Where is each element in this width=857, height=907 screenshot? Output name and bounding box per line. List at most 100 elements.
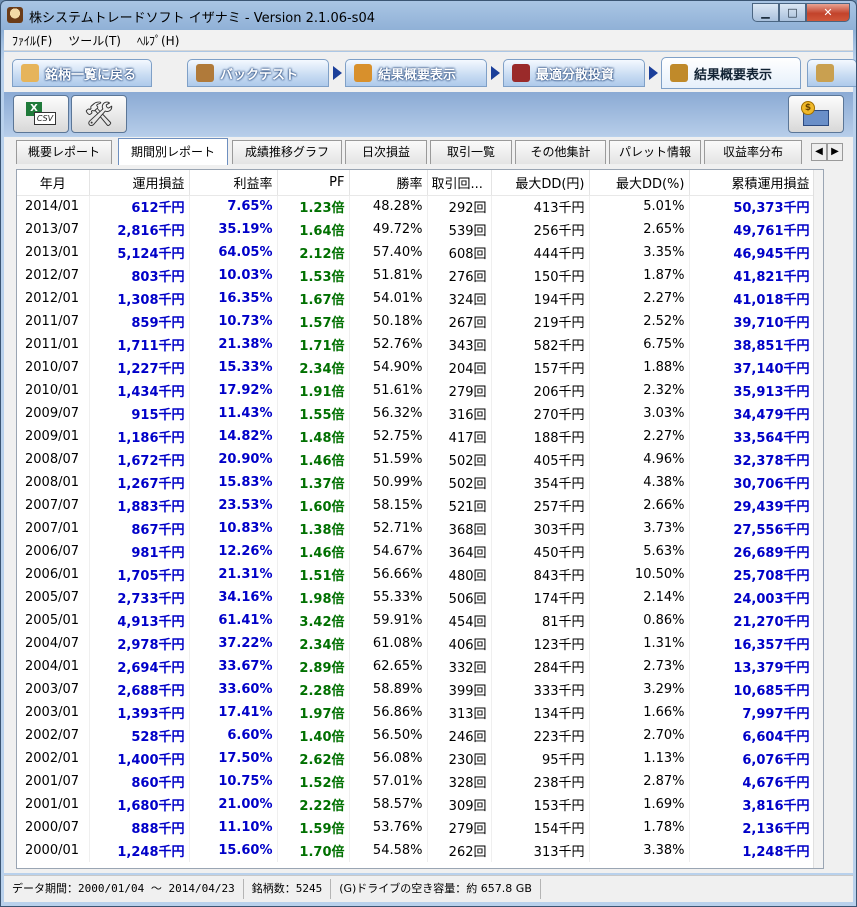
cell-win-rate: 57.01%	[349, 770, 428, 793]
app-logo-icon	[7, 7, 23, 23]
table-row[interactable]: 2013/01 5,124千円 64.05% 2.12倍 57.40% 608回 444千円…	[17, 241, 815, 264]
cell-max-dd-pct: 1.88%	[589, 356, 690, 379]
cell-trades: 480回	[427, 563, 492, 586]
tab-optimal-diversification[interactable]: 最適分散投資	[503, 59, 645, 87]
cell-profit-rate: 33.60%	[189, 678, 278, 701]
table-row[interactable]: 2014/01 612千円 7.65% 1.23倍 48.28% 292回 413千円 5.0…	[17, 195, 815, 218]
col-header-pf[interactable]: PF	[277, 170, 350, 196]
table-row[interactable]: 2009/01 1,186千円 14.82% 1.48倍 52.75% 417回 188千円…	[17, 425, 815, 448]
table-row[interactable]: 2009/07 915千円 11.43% 1.55倍 56.32% 316回 270千円 3.…	[17, 402, 815, 425]
cell-pf: 1.59倍	[277, 816, 350, 839]
col-header-pnl[interactable]: 運用損益	[89, 170, 190, 196]
col-header-profit-rate[interactable]: 利益率	[189, 170, 278, 196]
tab-report-partial[interactable]	[807, 59, 856, 87]
menu-file[interactable]: ﾌｧｲﾙ(F)	[4, 32, 60, 49]
cell-max-dd-yen: 123千円	[491, 632, 590, 655]
table-row[interactable]: 2005/01 4,913千円 61.41% 3.42倍 59.91% 454回 81千円 0…	[17, 609, 815, 632]
maximize-button[interactable]: □	[779, 3, 806, 22]
cell-pf: 1.40倍	[277, 724, 350, 747]
cell-max-dd-yen: 256千円	[491, 218, 590, 241]
table-row[interactable]: 2001/07 860千円 10.75% 1.52倍 57.01% 328回 238千円 2.…	[17, 770, 815, 793]
cell-trades: 502回	[427, 448, 492, 471]
table-row[interactable]: 2006/07 981千円 12.26% 1.46倍 54.67% 364回 450千円 5.…	[17, 540, 815, 563]
minimize-button[interactable]: ▁	[752, 3, 779, 22]
table-row[interactable]: 2008/01 1,267千円 15.83% 1.37倍 50.99% 502回 354千円…	[17, 471, 815, 494]
table-row[interactable]: 2007/07 1,883千円 23.53% 1.60倍 58.15% 521回 257千円…	[17, 494, 815, 517]
money-report-button[interactable]: $	[788, 95, 844, 133]
cell-trades: 343回	[427, 333, 492, 356]
subtab-palette-info[interactable]: パレット情報	[609, 140, 701, 164]
col-header-cumulative-pnl[interactable]: 累積運用損益	[689, 170, 815, 196]
cell-trades: 368回	[427, 517, 492, 540]
table-row[interactable]: 2000/07 888千円 11.10% 1.59倍 53.76% 279回 154千円 1.…	[17, 816, 815, 839]
tab-result-summary[interactable]: 結果概要表示	[345, 59, 487, 87]
status-data-period: データ期間：2000/01/04 〜 2014/04/23	[4, 879, 244, 899]
table-row[interactable]: 2001/01 1,680千円 21.00% 2.22倍 58.57% 309回 153千円…	[17, 793, 815, 816]
table-row[interactable]: 2008/07 1,672千円 20.90% 1.46倍 51.59% 502回 405千円…	[17, 448, 815, 471]
subtab-period-report[interactable]: 期間別レポート	[118, 138, 228, 165]
col-header-win-rate[interactable]: 勝率	[349, 170, 428, 196]
table-row[interactable]: 2000/01 1,248千円 15.60% 1.70倍 54.58% 262回 313千円…	[17, 839, 815, 862]
cell-cumulative-pnl: 4,676千円	[689, 770, 815, 793]
table-row[interactable]: 2002/01 1,400千円 17.50% 2.62倍 56.08% 230回 95千円 1…	[17, 747, 815, 770]
cell-max-dd-pct: 2.52%	[589, 310, 690, 333]
tab-scroll: ◀ ▶	[811, 143, 843, 161]
subtab-overview-report[interactable]: 概要レポート	[16, 140, 112, 164]
table-row[interactable]: 2012/07 803千円 10.03% 1.53倍 51.81% 276回 150千円 1.…	[17, 264, 815, 287]
cell-pf: 1.37倍	[277, 471, 350, 494]
col-header-trades[interactable]: 取引回...	[427, 170, 492, 196]
table-row[interactable]: 2003/01 1,393千円 17.41% 1.97倍 56.86% 313回 134千円…	[17, 701, 815, 724]
scroll-right-icon[interactable]: ▶	[827, 143, 843, 161]
table-row[interactable]: 2010/07 1,227千円 15.33% 2.34倍 54.90% 204回 157千円…	[17, 356, 815, 379]
table-row[interactable]: 2002/07 528千円 6.60% 1.40倍 56.50% 246回 223千円 2.7…	[17, 724, 815, 747]
cell-pnl: 1,883千円	[89, 494, 190, 517]
table-row[interactable]: 2005/07 2,733千円 34.16% 1.98倍 55.33% 506回 174千円…	[17, 586, 815, 609]
cell-profit-rate: 15.33%	[189, 356, 278, 379]
table-row[interactable]: 2004/01 2,694千円 33.67% 2.89倍 62.65% 332回 284千円…	[17, 655, 815, 678]
cell-cumulative-pnl: 6,076千円	[689, 747, 815, 770]
cell-max-dd-yen: 219千円	[491, 310, 590, 333]
tab-label: 結果概要表示	[378, 67, 457, 83]
table-row[interactable]: 2004/07 2,978千円 37.22% 2.34倍 61.08% 406回 123千円…	[17, 632, 815, 655]
title-bar[interactable]: 株システムトレードソフト イザナミ - Version 2.1.06-s04 ▁…	[1, 1, 856, 29]
tab-result-summary-active[interactable]: 結果概要表示	[661, 57, 801, 89]
export-csv-button[interactable]: X CSV	[13, 95, 69, 133]
status-bar: データ期間：2000/01/04 〜 2014/04/23 銘柄数：5245 (…	[4, 875, 853, 902]
table-row[interactable]: 2003/07 2,688千円 33.60% 2.28倍 58.89% 399回 333千円…	[17, 678, 815, 701]
subtab-trade-list[interactable]: 取引一覧	[430, 140, 512, 164]
cell-max-dd-pct: 5.63%	[589, 540, 690, 563]
scroll-left-icon[interactable]: ◀	[811, 143, 827, 161]
table-row[interactable]: 2011/01 1,711千円 21.38% 1.71倍 52.76% 343回 582千円…	[17, 333, 815, 356]
table-row[interactable]: 2010/01 1,434千円 17.92% 1.91倍 51.61% 279回 206千円…	[17, 379, 815, 402]
menu-help[interactable]: ﾍﾙﾌﾟ(H)	[129, 32, 187, 49]
cell-month: 2005/01	[17, 609, 90, 632]
cell-cumulative-pnl: 2,136千円	[689, 816, 815, 839]
data-grid: 年月 運用損益 利益率 PF 勝率 取引回... 最大DD(円) 最大DD(%)…	[17, 170, 815, 862]
close-button[interactable]: ✕	[806, 3, 850, 22]
table-row[interactable]: 2007/01 867千円 10.83% 1.38倍 52.71% 368回 303千円 3.…	[17, 517, 815, 540]
table-row[interactable]: 2006/01 1,705千円 21.31% 1.51倍 56.66% 480回 843千円…	[17, 563, 815, 586]
tab-back-to-stock-list[interactable]: 銘柄一覧に戻る	[12, 59, 152, 87]
tools-button[interactable]: 🛠	[71, 95, 127, 133]
col-header-month[interactable]: 年月	[17, 170, 90, 196]
menu-tools[interactable]: ツール(T)	[60, 32, 129, 49]
subtab-daily-pnl[interactable]: 日次損益	[345, 140, 427, 164]
tab-backtest[interactable]: バックテスト	[187, 59, 329, 87]
cell-win-rate: 54.67%	[349, 540, 428, 563]
vertical-scrollbar[interactable]	[813, 170, 823, 868]
table-row[interactable]: 2011/07 859千円 10.73% 1.57倍 50.18% 267回 219千円 2.…	[17, 310, 815, 333]
cell-cumulative-pnl: 49,761千円	[689, 218, 815, 241]
subtab-performance-graph[interactable]: 成績推移グラフ	[232, 140, 342, 164]
cell-profit-rate: 20.90%	[189, 448, 278, 471]
cell-pnl: 1,393千円	[89, 701, 190, 724]
col-header-max-dd-pct[interactable]: 最大DD(%)	[589, 170, 690, 196]
cell-month: 2012/01	[17, 287, 90, 310]
cell-month: 2011/07	[17, 310, 90, 333]
table-row[interactable]: 2013/07 2,816千円 35.19% 1.64倍 49.72% 539回 256千円…	[17, 218, 815, 241]
cell-trades: 292回	[427, 195, 492, 218]
subtab-return-distribution[interactable]: 収益率分布	[704, 140, 802, 164]
subtab-other-stats[interactable]: その他集計	[515, 140, 606, 164]
period-report-table[interactable]: 年月 運用損益 利益率 PF 勝率 取引回... 最大DD(円) 最大DD(%)…	[16, 169, 824, 869]
table-row[interactable]: 2012/01 1,308千円 16.35% 1.67倍 54.01% 324回 194千円…	[17, 287, 815, 310]
col-header-max-dd-yen[interactable]: 最大DD(円)	[491, 170, 590, 196]
